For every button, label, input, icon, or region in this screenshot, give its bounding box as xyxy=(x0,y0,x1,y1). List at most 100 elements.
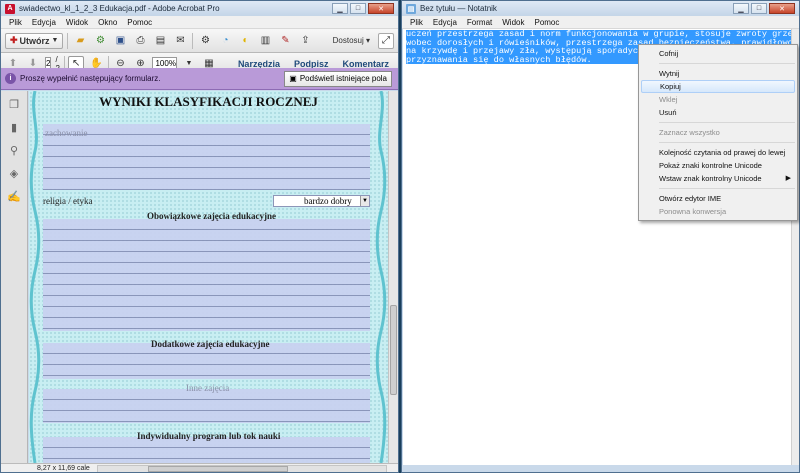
page-thumbnails-icon[interactable]: ❐ xyxy=(7,97,21,111)
maximize-button[interactable]: □ xyxy=(350,3,366,14)
chevron-down-icon: ▼ xyxy=(51,37,59,44)
context-menu-separator xyxy=(659,142,795,143)
other-activities-field[interactable] xyxy=(43,389,370,423)
religion-row: religia / etyka bardzo dobry ▼ xyxy=(43,195,370,207)
context-menu: Cofnij Wytnij Kopiuj Wklej Usuń Zaznacz wszys… xyxy=(638,44,798,221)
acrobat-titlebar[interactable]: A swiadectwo_kl_1_2_3 Edukacja.pdf - Ado… xyxy=(1,1,398,16)
close-button[interactable]: ✕ xyxy=(368,3,394,14)
tab-sign[interactable]: Podpisz xyxy=(289,59,334,69)
close-button[interactable]: ✕ xyxy=(769,3,795,14)
context-menu-item-zaznacz-wszystko: Zaznacz wszystko xyxy=(659,128,720,137)
layers-icon[interactable]: ◈ xyxy=(7,166,21,180)
minimize-button[interactable]: ▁ xyxy=(733,3,749,14)
behavior-field[interactable] xyxy=(43,124,370,190)
document-vertical-scrollbar[interactable] xyxy=(388,91,398,463)
menu-pomoc[interactable]: Pomoc xyxy=(127,18,152,27)
menu-plik[interactable]: Plik xyxy=(9,18,22,27)
create-button-label: Utwórz xyxy=(19,35,50,46)
email-icon[interactable]: ✉ xyxy=(172,33,188,49)
mandatory-subjects-field[interactable] xyxy=(43,219,370,331)
create-button[interactable]: ✚ Utwórz ▼ xyxy=(5,32,64,49)
menu-plik[interactable]: Plik xyxy=(410,18,423,27)
form-notification-bar: i Proszę wypełnić następujący formularz.… xyxy=(1,68,398,90)
submenu-arrow-icon: ▶ xyxy=(785,175,791,182)
stamp-icon[interactable]: ▥ xyxy=(257,33,273,49)
customize-dropdown[interactable]: Dostosuj ▾ xyxy=(333,36,374,45)
notepad-titlebar[interactable]: ▤ Bez tytułu — Notatnik ▁ □ ✕ xyxy=(402,1,799,16)
context-menu-separator xyxy=(659,122,795,123)
context-menu-item-wklej: Wklej xyxy=(659,95,678,104)
context-menu-item-cofnij[interactable]: Cofnij xyxy=(639,47,797,60)
edit-page-icon[interactable]: ✎ xyxy=(277,33,293,49)
behavior-label: zachowanie xyxy=(45,128,88,138)
share-icon[interactable]: ⇪ xyxy=(297,33,313,49)
toolbar-divider xyxy=(67,32,69,49)
document-icon[interactable]: ▤ xyxy=(152,33,168,49)
open-folder-icon[interactable]: ▰ xyxy=(72,33,88,49)
mandatory-subjects-label: Obowiązkowe zajęcia edukacyjne xyxy=(147,211,276,221)
context-menu-item-wstaw-znak-kontrolny-unicode[interactable]: Wstaw znak kontrolny Unicode ▶ xyxy=(639,172,797,185)
toolbar-divider xyxy=(192,32,194,49)
decorative-border-left xyxy=(29,91,41,463)
tab-tools[interactable]: Narzędzia xyxy=(233,59,285,69)
menu-edycja[interactable]: Edycja xyxy=(32,18,56,27)
acrobat-window-controls: ▁ □ ✕ xyxy=(332,3,394,14)
expand-icon[interactable]: ⤢ xyxy=(378,32,394,49)
menu-okno[interactable]: Okno xyxy=(98,18,117,27)
context-menu-item-wytnij[interactable]: Wytnij xyxy=(639,67,797,80)
notepad-menubar: Plik Edycja Format Widok Pomoc xyxy=(402,16,799,29)
religion-grade-select[interactable]: bardzo dobry ▼ xyxy=(273,195,370,207)
highlight-fields-button[interactable]: ▣ Podświetl istniejące pola xyxy=(284,70,392,87)
highlight-fields-icon: ▣ xyxy=(289,74,297,83)
print-icon[interactable]: ⎙ xyxy=(132,33,148,49)
acrobat-app-icon: A xyxy=(5,3,15,14)
customize-label: Dostosuj xyxy=(332,36,364,45)
scrollbar-thumb[interactable] xyxy=(390,305,397,395)
sticky-note-icon[interactable]: ◐ xyxy=(237,33,253,49)
form-message: Proszę wypełnić następujący formularz. xyxy=(20,74,161,83)
acrobat-menubar: Plik Edycja Widok Okno Pomoc xyxy=(1,16,398,29)
context-menu-item-kopiuj[interactable]: Kopiuj xyxy=(641,80,795,93)
context-menu-item-otwórz-edytor-ime[interactable]: Otwórz edytor IME xyxy=(639,192,797,205)
chevron-down-icon[interactable]: ▼ xyxy=(360,196,369,206)
menu-widok[interactable]: Widok xyxy=(66,18,88,27)
attachments-icon[interactable]: ⚲ xyxy=(7,143,21,157)
religion-grade-value: bardzo dobry xyxy=(304,196,352,206)
settings-gear-icon[interactable]: ⚙ xyxy=(92,33,108,49)
menu-pomoc[interactable]: Pomoc xyxy=(534,18,559,27)
context-menu-item-pokaż-znaki-kontrolne-unicode[interactable]: Pokaż znaki kontrolne Unicode xyxy=(639,159,797,172)
info-icon: i xyxy=(5,73,16,84)
gear-icon[interactable]: ⚙ xyxy=(197,33,213,49)
acrobat-statusbar: 8,27 x 11,69 cale xyxy=(1,463,398,472)
bookmarks-icon[interactable]: ▮ xyxy=(7,120,21,134)
additional-subjects-label: Dodatkowe zajęcia edukacyjne xyxy=(151,339,270,349)
context-menu-separator xyxy=(659,188,795,189)
menu-edycja[interactable]: Edycja xyxy=(433,18,457,27)
document-horizontal-scrollbar[interactable] xyxy=(97,465,387,472)
save-icon[interactable]: ▣ xyxy=(112,33,128,49)
notepad-app-icon: ▤ xyxy=(406,3,416,14)
menu-format[interactable]: Format xyxy=(467,18,492,27)
document-view[interactable]: WYNIKI KLASYFIKACJI ROCZNEJ zachowanie r… xyxy=(29,91,388,463)
page-size-readout: 8,27 x 11,69 cale xyxy=(37,465,90,472)
acrobat-main-toolbar: ✚ Utwórz ▼ ▰ ⚙ ▣ ⎙ ▤ ✉ ⚙ ◔ ◐ ▥ ✎ ⇪ Dosto… xyxy=(1,29,398,53)
menu-widok[interactable]: Widok xyxy=(502,18,524,27)
decorative-border-right xyxy=(375,91,387,463)
scrollbar-thumb[interactable] xyxy=(148,466,288,472)
tab-comment[interactable]: Komentarz xyxy=(337,59,394,69)
acrobat-window-title: swiadectwo_kl_1_2_3 Edukacja.pdf - Adobe… xyxy=(19,4,220,13)
pdf-page: WYNIKI KLASYFIKACJI ROCZNEJ zachowanie r… xyxy=(29,91,388,463)
navigation-sidebar: ❐ ▮ ⚲ ◈ ✍ xyxy=(1,91,28,463)
create-pdf-icon: ✚ xyxy=(10,35,18,45)
signatures-icon[interactable]: ✍ xyxy=(7,189,21,203)
comment-bubble-icon[interactable]: ◔ xyxy=(217,33,233,49)
minimize-button[interactable]: ▁ xyxy=(332,3,348,14)
context-menu-item-usuń[interactable]: Usuń xyxy=(639,106,797,119)
context-menu-item-ponowna-konwersja: Ponowna konwersja xyxy=(659,207,727,216)
highlight-fields-label: Podświetl istniejące pola xyxy=(299,74,387,83)
context-menu-item-kolejność-czytania-od-prawej-do-lewej[interactable]: Kolejność czytania od prawej do lewej xyxy=(639,146,797,159)
maximize-button[interactable]: □ xyxy=(751,3,767,14)
notepad-window-controls: ▁ □ ✕ xyxy=(733,3,795,14)
page-heading: WYNIKI KLASYFIKACJI ROCZNEJ xyxy=(99,94,318,109)
notepad-window-title: Bez tytułu — Notatnik xyxy=(420,4,497,13)
